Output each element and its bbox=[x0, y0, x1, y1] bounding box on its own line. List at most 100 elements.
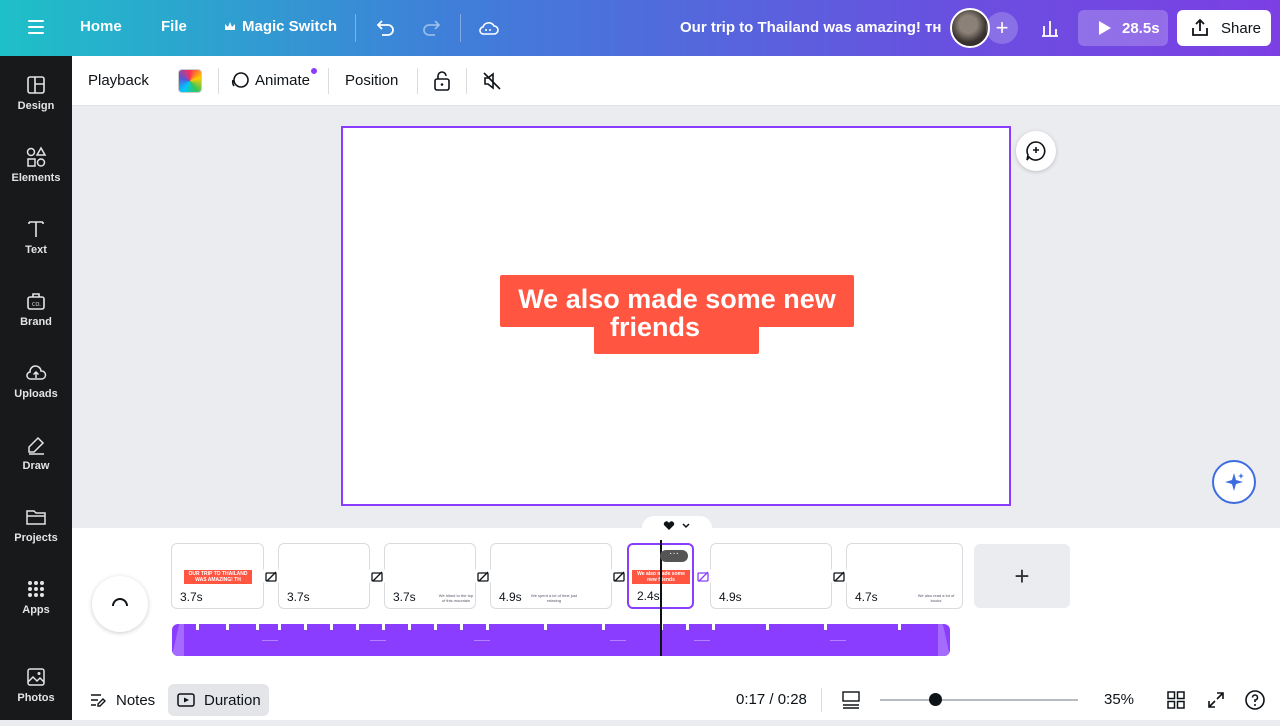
transition-icon[interactable] bbox=[611, 568, 627, 584]
apps-icon bbox=[28, 581, 44, 597]
beat-marker bbox=[460, 624, 463, 630]
grid-view-icon[interactable] bbox=[1164, 688, 1188, 712]
loading-button[interactable] bbox=[92, 576, 148, 632]
scene-thumbnail[interactable]: We also read a lot of books 4.7s bbox=[846, 543, 963, 609]
notes-label: Notes bbox=[116, 691, 156, 709]
magic-switch-button[interactable]: Magic Switch bbox=[224, 18, 337, 35]
avatar[interactable] bbox=[950, 8, 990, 48]
share-icon bbox=[1192, 18, 1208, 36]
beat-marker bbox=[356, 624, 359, 630]
sidebar-item-label: Uploads bbox=[14, 388, 58, 400]
transition-icon[interactable] bbox=[475, 568, 491, 584]
sidebar-item-photos[interactable]: Photos bbox=[0, 666, 72, 726]
play-icon bbox=[1099, 21, 1111, 35]
scene-thumb-text: OUR TRIP TO THAILAND WAS AMAZING! TH bbox=[184, 570, 252, 584]
beat-marker bbox=[486, 624, 489, 630]
zoom-percentage[interactable]: 35% bbox=[1104, 691, 1134, 708]
zoom-slider-track[interactable] bbox=[880, 699, 1078, 701]
fullscreen-icon[interactable] bbox=[1204, 688, 1228, 712]
share-button[interactable]: Share bbox=[1177, 10, 1271, 46]
beat-marker bbox=[602, 624, 605, 630]
scene-thumbnail[interactable]: We spent a lot of time just relaxing 4.9… bbox=[490, 543, 612, 609]
beat-marker bbox=[686, 624, 689, 630]
sidebar-item-apps[interactable]: Apps bbox=[0, 578, 72, 638]
scene-thumbnail[interactable]: We hiked to the top of this mountain 3.7… bbox=[384, 543, 476, 609]
insights-button[interactable] bbox=[1032, 10, 1068, 46]
play-duration: 28.5s bbox=[1122, 19, 1160, 37]
menu-icon[interactable] bbox=[22, 16, 50, 40]
sidebar-item-label: Draw bbox=[22, 460, 50, 472]
sidebar-item-label: Apps bbox=[22, 604, 50, 616]
waveform-segment bbox=[474, 640, 490, 641]
sidebar-item-text[interactable]: Text bbox=[0, 218, 72, 278]
document-title[interactable]: Our trip to Thailand was amazing! ᴛʜ bbox=[680, 19, 941, 36]
transition-icon[interactable] bbox=[263, 568, 279, 584]
mute-icon[interactable] bbox=[480, 69, 504, 93]
timeline-view-icon[interactable] bbox=[839, 688, 863, 712]
time-readout: 0:17 / 0:28 bbox=[736, 691, 807, 708]
cloud-save-icon[interactable] bbox=[477, 16, 501, 40]
undo-icon[interactable] bbox=[373, 16, 397, 40]
loading-spinner-icon bbox=[112, 598, 128, 607]
audio-trim-handle-left[interactable] bbox=[172, 624, 184, 656]
sidebar-item-design[interactable]: Design bbox=[0, 74, 72, 134]
add-scene-button[interactable]: + bbox=[974, 544, 1070, 608]
sidebar-item-draw[interactable]: Draw bbox=[0, 434, 72, 494]
sidebar-item-projects[interactable]: Projects bbox=[0, 506, 72, 566]
design-canvas[interactable]: We also made some new friends bbox=[341, 126, 1011, 506]
waveform-segment bbox=[262, 640, 278, 641]
scene-thumb-text: We hiked to the top of this mountain bbox=[438, 593, 474, 603]
lock-icon[interactable] bbox=[430, 69, 454, 93]
notes-button[interactable]: Notes bbox=[80, 684, 163, 716]
scene-thumbnail[interactable]: 3.7s bbox=[278, 543, 370, 609]
divider bbox=[417, 68, 418, 94]
transition-icon[interactable] bbox=[369, 568, 385, 584]
animate-button[interactable]: Animate bbox=[255, 72, 310, 89]
scene-more-options-button[interactable]: ··· bbox=[660, 549, 688, 562]
home-button[interactable]: Home bbox=[80, 18, 122, 35]
audio-trim-handle-right[interactable] bbox=[938, 624, 950, 656]
transition-icon[interactable] bbox=[695, 568, 711, 584]
heart-marker-icon bbox=[663, 521, 675, 530]
beat-marker bbox=[196, 624, 199, 630]
beat-marker bbox=[278, 624, 281, 630]
transition-icon[interactable] bbox=[831, 568, 847, 584]
file-menu-button[interactable]: File bbox=[161, 18, 187, 35]
help-icon[interactable] bbox=[1243, 688, 1267, 712]
add-collaborator-button[interactable]: + bbox=[986, 12, 1018, 44]
position-button[interactable]: Position bbox=[345, 72, 398, 89]
chevron-down-icon bbox=[682, 523, 690, 529]
crown-icon bbox=[225, 21, 235, 30]
play-button[interactable]: 28.5s bbox=[1078, 10, 1168, 46]
comment-add-icon bbox=[1026, 141, 1046, 161]
redo-icon[interactable] bbox=[420, 16, 444, 40]
duration-label: Duration bbox=[204, 691, 261, 709]
context-toolbar: Playback Animate Position bbox=[72, 56, 1280, 106]
scene-thumbnail[interactable]: OUR TRIP TO THAILAND WAS AMAZING! TH 3.7… bbox=[171, 543, 264, 609]
draw-icon bbox=[28, 436, 45, 455]
text-icon bbox=[28, 221, 44, 237]
audio-track[interactable] bbox=[172, 624, 950, 656]
add-comment-button[interactable] bbox=[1016, 131, 1056, 171]
photos-icon bbox=[27, 668, 45, 686]
scene-thumbnail[interactable]: 4.9s bbox=[710, 543, 832, 609]
divider bbox=[466, 68, 467, 94]
divider bbox=[218, 68, 219, 94]
video-duration-icon bbox=[177, 693, 195, 707]
bar-chart-icon bbox=[1042, 21, 1058, 37]
elements-icon bbox=[26, 146, 47, 167]
sidebar-item-brand[interactable]: CO. Brand bbox=[0, 290, 72, 350]
duration-button[interactable]: Duration bbox=[168, 684, 269, 716]
timeline-toggle[interactable] bbox=[642, 516, 712, 536]
waveform-segment bbox=[610, 640, 626, 641]
scene-duration: 4.9s bbox=[499, 590, 522, 604]
playback-button[interactable]: Playback bbox=[88, 72, 149, 89]
sidebar-item-elements[interactable]: Elements bbox=[0, 146, 72, 206]
sidebar-item-label: Text bbox=[25, 244, 47, 256]
magic-switch-label: Magic Switch bbox=[242, 18, 338, 35]
magic-assistant-button[interactable] bbox=[1212, 460, 1256, 504]
sidebar-item-uploads[interactable]: Uploads bbox=[0, 362, 72, 422]
scene-thumb-text: We spent a lot of time just relaxing bbox=[531, 593, 577, 603]
color-picker-button[interactable] bbox=[178, 69, 202, 93]
waveform-segment bbox=[830, 640, 846, 641]
